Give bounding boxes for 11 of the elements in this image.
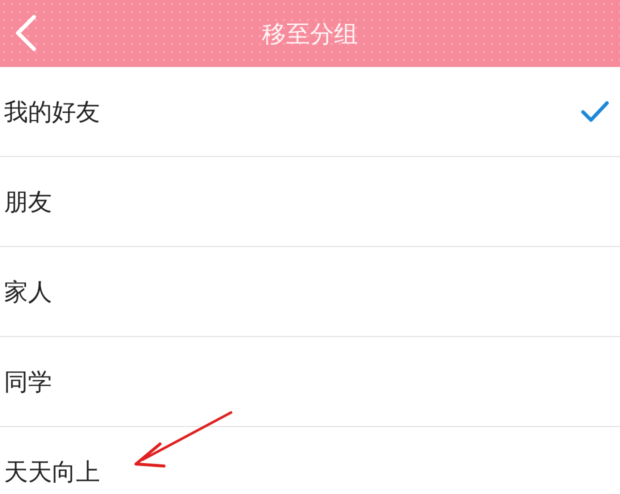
group-label: 家人: [4, 276, 52, 308]
group-item[interactable]: 朋友: [0, 157, 620, 247]
group-label: 天天向上: [4, 456, 100, 488]
group-item[interactable]: 同学: [0, 337, 620, 427]
group-label: 同学: [4, 366, 52, 398]
group-item[interactable]: 天天向上: [0, 427, 620, 494]
group-item[interactable]: 家人: [0, 247, 620, 337]
group-label: 朋友: [4, 186, 52, 218]
group-label: 我的好友: [4, 96, 100, 128]
group-item[interactable]: 我的好友: [0, 67, 620, 157]
page-title: 移至分组: [262, 18, 358, 50]
